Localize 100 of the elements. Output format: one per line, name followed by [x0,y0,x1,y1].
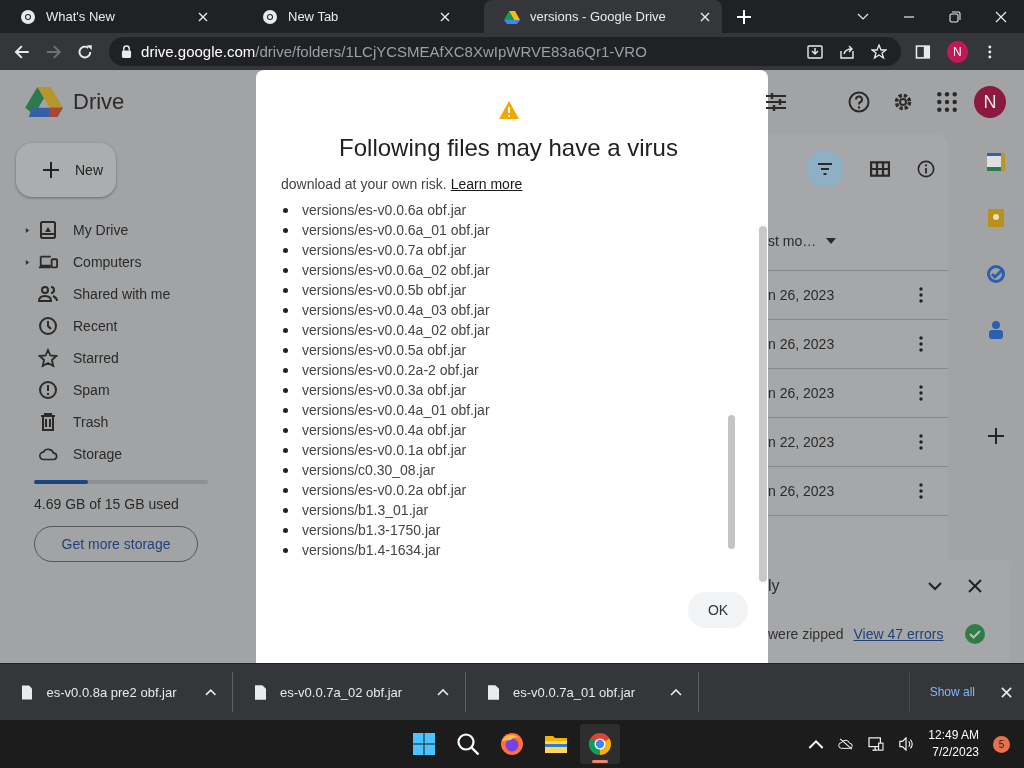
dialog-title: Following files may have a virus [339,134,678,162]
restore-icon[interactable] [949,10,961,23]
caret-icon[interactable] [826,238,837,244]
file-name: versions/es-v0.0.5b obf.jar [302,282,467,298]
side-panel-icon[interactable] [914,43,931,60]
back-icon[interactable] [14,43,30,60]
caret-up-icon[interactable] [204,688,216,696]
scrollbar[interactable] [759,226,767,582]
more-icon[interactable] [919,434,923,450]
file-name: versions/c0.30_08.jar [302,462,436,478]
file-name: versions/es-v0.0.4a_01 obf.jar [302,402,490,418]
plus-icon[interactable] [988,428,1004,444]
more-icon[interactable] [919,287,923,303]
dialog-text: download at your own risk. [281,176,447,192]
share-icon[interactable] [838,43,855,60]
address-bar[interactable]: drive.google.com/drive/folders/1LCjYCSMEAfXC8XwIpWRVE83a6Qr1-VRO [109,37,901,66]
learn-more-link[interactable]: Learn more [450,176,523,192]
plus-icon [43,162,59,178]
calendar-icon[interactable] [986,152,1006,172]
reload-icon[interactable] [77,43,94,60]
close-icon[interactable] [968,579,982,593]
modified-date: n 26, 2023 [768,287,836,303]
windows-icon [412,732,436,756]
grid-icon[interactable] [870,160,890,178]
filter-button[interactable] [806,150,844,188]
bullet-icon [283,287,288,293]
taskbar-app[interactable] [580,724,620,764]
apps-icon[interactable] [936,91,958,113]
file-name: versions/es-v0.0.2a-2 obf.jar [302,362,479,378]
new-button[interactable]: New [16,143,116,197]
more-icon[interactable] [919,336,923,352]
person-icon[interactable] [986,320,1006,340]
download-item[interactable]: es-v0.0.7a_02 obf.jar [233,672,466,712]
chrome-icon [588,732,612,756]
cloud-off-icon[interactable] [838,737,855,751]
drive-icon [38,220,58,240]
network-icon[interactable] [868,737,885,751]
ok-button[interactable]: OK [688,592,748,628]
modified-date: n 26, 2023 [768,385,836,401]
storage-text: 4.69 GB of 15 GB used [34,496,180,512]
bullet-icon [283,507,288,513]
chevron-up-icon[interactable] [808,737,825,751]
url-path: /drive/folders/1LCjYCSMEAfXC8XwIpWRVE83a6Qr1-VRO [255,43,647,60]
nav-item[interactable]: Spam [0,374,256,406]
help-icon[interactable] [848,91,870,113]
profile-avatar[interactable]: N [946,40,969,63]
nav-item[interactable]: Starred [0,342,256,374]
bullet-icon [283,387,288,393]
bullet-icon [283,307,288,313]
notification-message: were zipped [768,626,844,642]
file-name: versions/es-v0.0.7a obf.jar [302,242,467,258]
nav-item[interactable]: Recent [0,310,256,342]
expand-arrow-icon[interactable] [25,226,30,234]
check-circle-icon [965,624,985,644]
volume-icon[interactable] [898,737,915,751]
nav-item[interactable]: Shared with me [0,278,256,310]
notification-badge[interactable]: 5 [993,735,1010,753]
browser-tab[interactable]: versions - Google Drive [484,0,722,33]
scrollbar[interactable] [728,415,735,549]
star-icon[interactable] [870,43,887,60]
bullet-icon [283,367,288,373]
trash-icon [38,412,58,432]
nav-item[interactable]: My Drive [0,214,256,246]
bullet-icon [283,267,288,273]
new-tab-icon[interactable] [737,9,751,24]
bullet-icon [283,467,288,473]
install-icon[interactable] [806,43,823,60]
chevron-down-icon[interactable] [928,579,942,593]
bullet-icon [283,227,288,233]
modified-date: n 26, 2023 [768,483,836,499]
bullet-icon [283,547,288,553]
file-name: versions/es-v0.0.6a_02 obf.jar [302,262,490,278]
view-errors-link[interactable]: View 47 errors [853,626,944,642]
more-icon[interactable] [919,483,923,499]
info-icon[interactable] [916,160,936,178]
account-avatar[interactable]: N [974,86,1006,118]
column-header[interactable]: st mo… [768,233,817,249]
alert-icon [38,380,58,400]
search-icon [456,732,480,756]
caret-up-icon[interactable] [437,688,449,696]
show-all-link[interactable]: Show all [908,672,975,712]
browser-tab[interactable]: New Tab [242,0,462,33]
download-item[interactable]: es-v0.0.7a_01 obf.jar [466,672,699,712]
nav-item[interactable]: Storage [0,438,256,470]
more-icon[interactable] [919,385,923,401]
task-check-icon[interactable] [986,264,1006,284]
download-item[interactable]: es-v0.0.8a pre2 obf.jar [0,672,233,712]
file-name: versions/es-v0.0.6a obf.jar [302,202,467,218]
caret-up-icon[interactable] [670,688,682,696]
notification-title: ly [768,577,780,595]
expand-arrow-icon[interactable] [25,258,30,266]
clock-icon [38,316,58,336]
drive-logo-icon[interactable] [25,85,63,119]
settings-icon[interactable] [892,91,914,113]
browser-tab[interactable]: What's New [0,0,220,33]
nav-item[interactable]: Computers [0,246,256,278]
sliders-icon[interactable] [766,92,786,112]
file-name: versions/b1.4-1634.jar [302,542,441,558]
nav-item[interactable]: Trash [0,406,256,438]
clock[interactable]: 12:49 AM 7/2/2023 [928,727,979,761]
